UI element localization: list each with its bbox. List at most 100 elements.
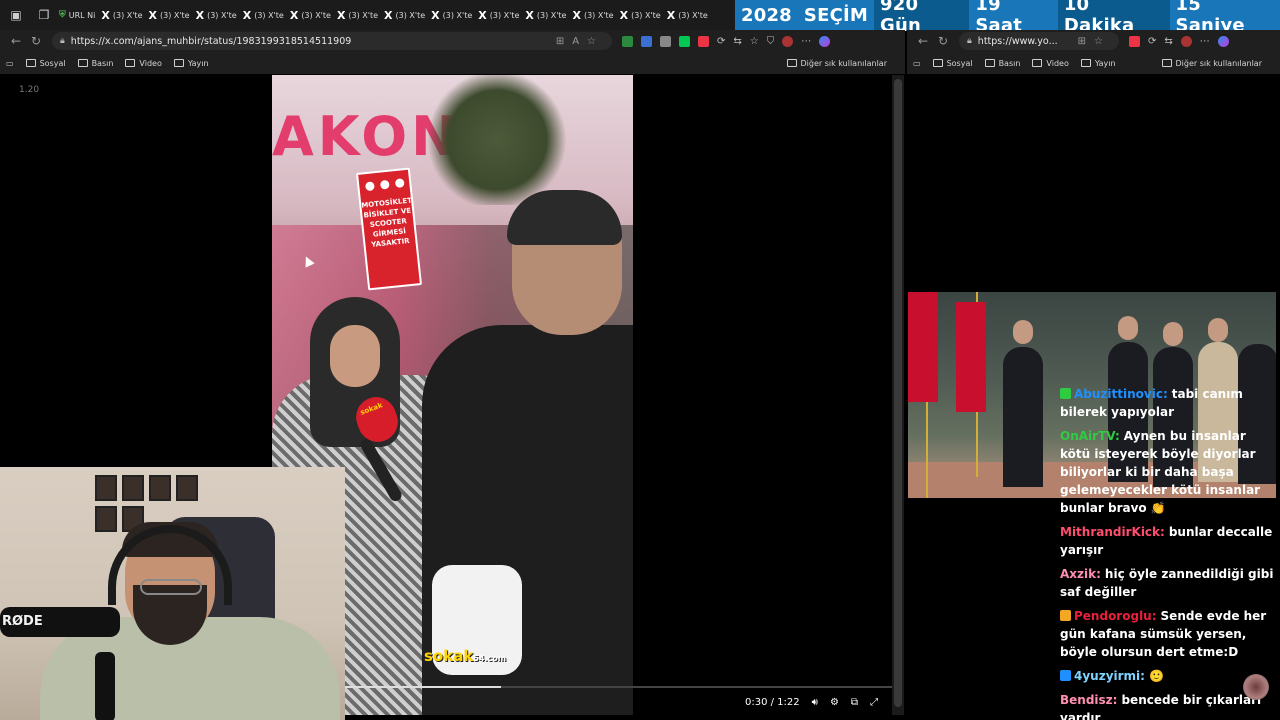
copilot-icon[interactable]: [1217, 35, 1229, 47]
address-bar-actions[interactable]: ⊞A☆: [556, 36, 604, 47]
x-icon: X: [384, 8, 393, 22]
chat-username[interactable]: 4yuzyirmi:: [1074, 669, 1145, 683]
address-bar-actions[interactable]: ⊞☆: [1078, 36, 1111, 47]
chat-username[interactable]: Pendoroglu:: [1074, 609, 1157, 623]
refresh-icon[interactable]: ↻: [933, 34, 953, 48]
road-sign: MOTOSİKLET BİSİKLET VE SCOOTER GİRMESİ Y…: [355, 167, 423, 291]
countdown-title: SEÇİM: [797, 0, 874, 30]
tab-actions-icon[interactable]: ❐: [32, 3, 56, 27]
bookmark-folder[interactable]: Yayın: [1080, 59, 1116, 68]
browser-tab[interactable]: X (3) X'te: [664, 3, 711, 27]
browser-tab[interactable]: X (3) X'te: [334, 3, 381, 27]
bookmark-folder[interactable]: Basın: [77, 59, 113, 68]
browser-tab[interactable]: X (3) X'te: [98, 3, 145, 27]
tab-label: (3) X'te: [159, 10, 190, 20]
chat-badge-icon: [1060, 388, 1071, 399]
browser-tab[interactable]: X (3) X'te: [287, 3, 334, 27]
page-scrollbar[interactable]: [892, 75, 904, 715]
more-menu-icon[interactable]: ⋯: [1200, 36, 1210, 47]
folder-icon: [1080, 59, 1091, 67]
more-menu-icon[interactable]: ⋯: [801, 36, 811, 47]
split-screen-icon[interactable]: ⇆: [733, 36, 741, 47]
address-bar[interactable]: 🔒︎ https://www.yo... ⊞☆: [959, 32, 1119, 50]
extension-icon[interactable]: [660, 35, 671, 47]
other-bookmarks[interactable]: Diğer sık kullanılanlar: [786, 59, 887, 68]
browser-tab[interactable]: X (3) X'te: [569, 3, 616, 27]
sidebar-toggle-icon[interactable]: ▭: [6, 59, 14, 68]
back-icon[interactable]: ←: [6, 34, 26, 48]
volume-icon[interactable]: 🔊︎: [812, 697, 818, 708]
person-head: [1208, 318, 1228, 342]
shield-icon: ⛨: [59, 10, 66, 20]
refresh-icon[interactable]: ↻: [26, 34, 46, 48]
chat-username[interactable]: Abuzittinovic:: [1074, 387, 1168, 401]
other-bookmarks[interactable]: Diğer sık kullanılanlar: [1161, 59, 1262, 68]
x-icon: X: [572, 8, 581, 22]
flag: [956, 302, 986, 412]
x-icon: X: [195, 8, 205, 22]
extension-icon[interactable]: [679, 35, 690, 47]
browser-tab[interactable]: X (3) X'te: [522, 3, 569, 27]
chat-username[interactable]: OnAirTV:: [1060, 429, 1120, 443]
browser-tab[interactable]: X (3) X'te: [428, 3, 475, 27]
x-icon: X: [242, 8, 252, 22]
bookmark-folder[interactable]: Sosyal: [932, 59, 973, 68]
bookmark-folder[interactable]: Video: [125, 59, 162, 68]
browser-tab[interactable]: X (3) X'te: [381, 3, 428, 27]
person-head: [1163, 322, 1183, 346]
tree: [422, 75, 572, 205]
fullscreen-icon[interactable]: ⤢: [870, 697, 878, 708]
video-progress-bar[interactable]: [272, 686, 892, 688]
tab-label: (3) X'te: [301, 10, 331, 20]
chat-message: Pendoroglu: Sende evde her gün kafana süm…: [1060, 607, 1276, 661]
folder-icon: [125, 59, 136, 67]
folder-icon: [984, 59, 995, 67]
bookmark-folder[interactable]: Yayın: [173, 59, 209, 68]
settings-icon[interactable]: ⚙: [830, 697, 839, 708]
extension-icon[interactable]: [1129, 35, 1140, 47]
lock-icon: 🔒︎: [60, 36, 65, 46]
bookmark-folder[interactable]: Sosyal: [25, 59, 66, 68]
extension-icon[interactable]: [622, 35, 633, 47]
split-screen-icon[interactable]: ⇆: [1164, 36, 1172, 47]
extensions-icon[interactable]: ⟳: [1148, 36, 1156, 47]
chat-message: OnAirTV: Aynen bu insanlar kötü isteyerek…: [1060, 427, 1276, 517]
chat-text: 🙂: [1148, 669, 1164, 683]
sidebar-toggle-icon[interactable]: ▭: [913, 59, 921, 68]
scrollbar-thumb[interactable]: [894, 79, 902, 707]
pip-icon[interactable]: ⧉: [851, 697, 858, 708]
extension-icon[interactable]: [641, 35, 652, 47]
profile-avatar[interactable]: [1180, 35, 1192, 47]
address-bar[interactable]: 🔒︎ https://x.com/ajans_muhbir/status/198…: [52, 32, 612, 50]
video-time: 0:30 / 1:22: [745, 696, 800, 708]
chat-message: MithrandirKick: bunlar deccalle yarışır: [1060, 523, 1276, 559]
interviewer-hair: [507, 190, 622, 245]
extension-icon[interactable]: [698, 35, 709, 47]
browser-tab[interactable]: X (3) X'te: [193, 3, 240, 27]
chat-feed: Abuzittinovic: tabi canım bilerek yapıyol…: [1060, 385, 1276, 720]
browser-tab[interactable]: X (3) X'te: [240, 3, 287, 27]
url-text: https://x.com/ajans_muhbir/status/198319…: [70, 35, 352, 47]
chat-username[interactable]: Axzik:: [1060, 567, 1101, 581]
browser-tab[interactable]: ⛨ URL Ni: [56, 3, 98, 27]
profile-avatar[interactable]: [782, 35, 794, 47]
browser-tab[interactable]: X (3) X'te: [146, 3, 193, 27]
tab-label: (3) X'te: [489, 10, 520, 20]
shield-icon[interactable]: ⛉: [767, 36, 775, 47]
chat-username[interactable]: MithrandirKick:: [1060, 525, 1165, 539]
favorites-icon[interactable]: ☆: [750, 36, 759, 47]
bookmark-folder[interactable]: Basın: [984, 59, 1020, 68]
webcam-overlay: RØDE: [0, 467, 345, 720]
copilot-icon[interactable]: [819, 35, 831, 47]
tab-strip: ▣ ❐ ⛨ URL Ni X (3) X'te X (3) X'te X (3) X'te X(…: [0, 0, 735, 30]
browser-tab[interactable]: X (3) X'te: [617, 3, 664, 27]
browser-tab[interactable]: X (3) X'te: [475, 3, 522, 27]
countdown-year: 2028: [735, 0, 798, 30]
bookmark-folder[interactable]: Video: [1032, 59, 1069, 68]
chat-username[interactable]: Bendisz:: [1060, 693, 1117, 707]
back-icon[interactable]: ←: [913, 34, 933, 48]
extensions-icon[interactable]: ⟳: [717, 36, 725, 47]
workspaces-icon[interactable]: ▣: [4, 3, 28, 27]
tab-label: (3) X'te: [254, 10, 284, 20]
chat-badge-icon: [1060, 670, 1071, 681]
